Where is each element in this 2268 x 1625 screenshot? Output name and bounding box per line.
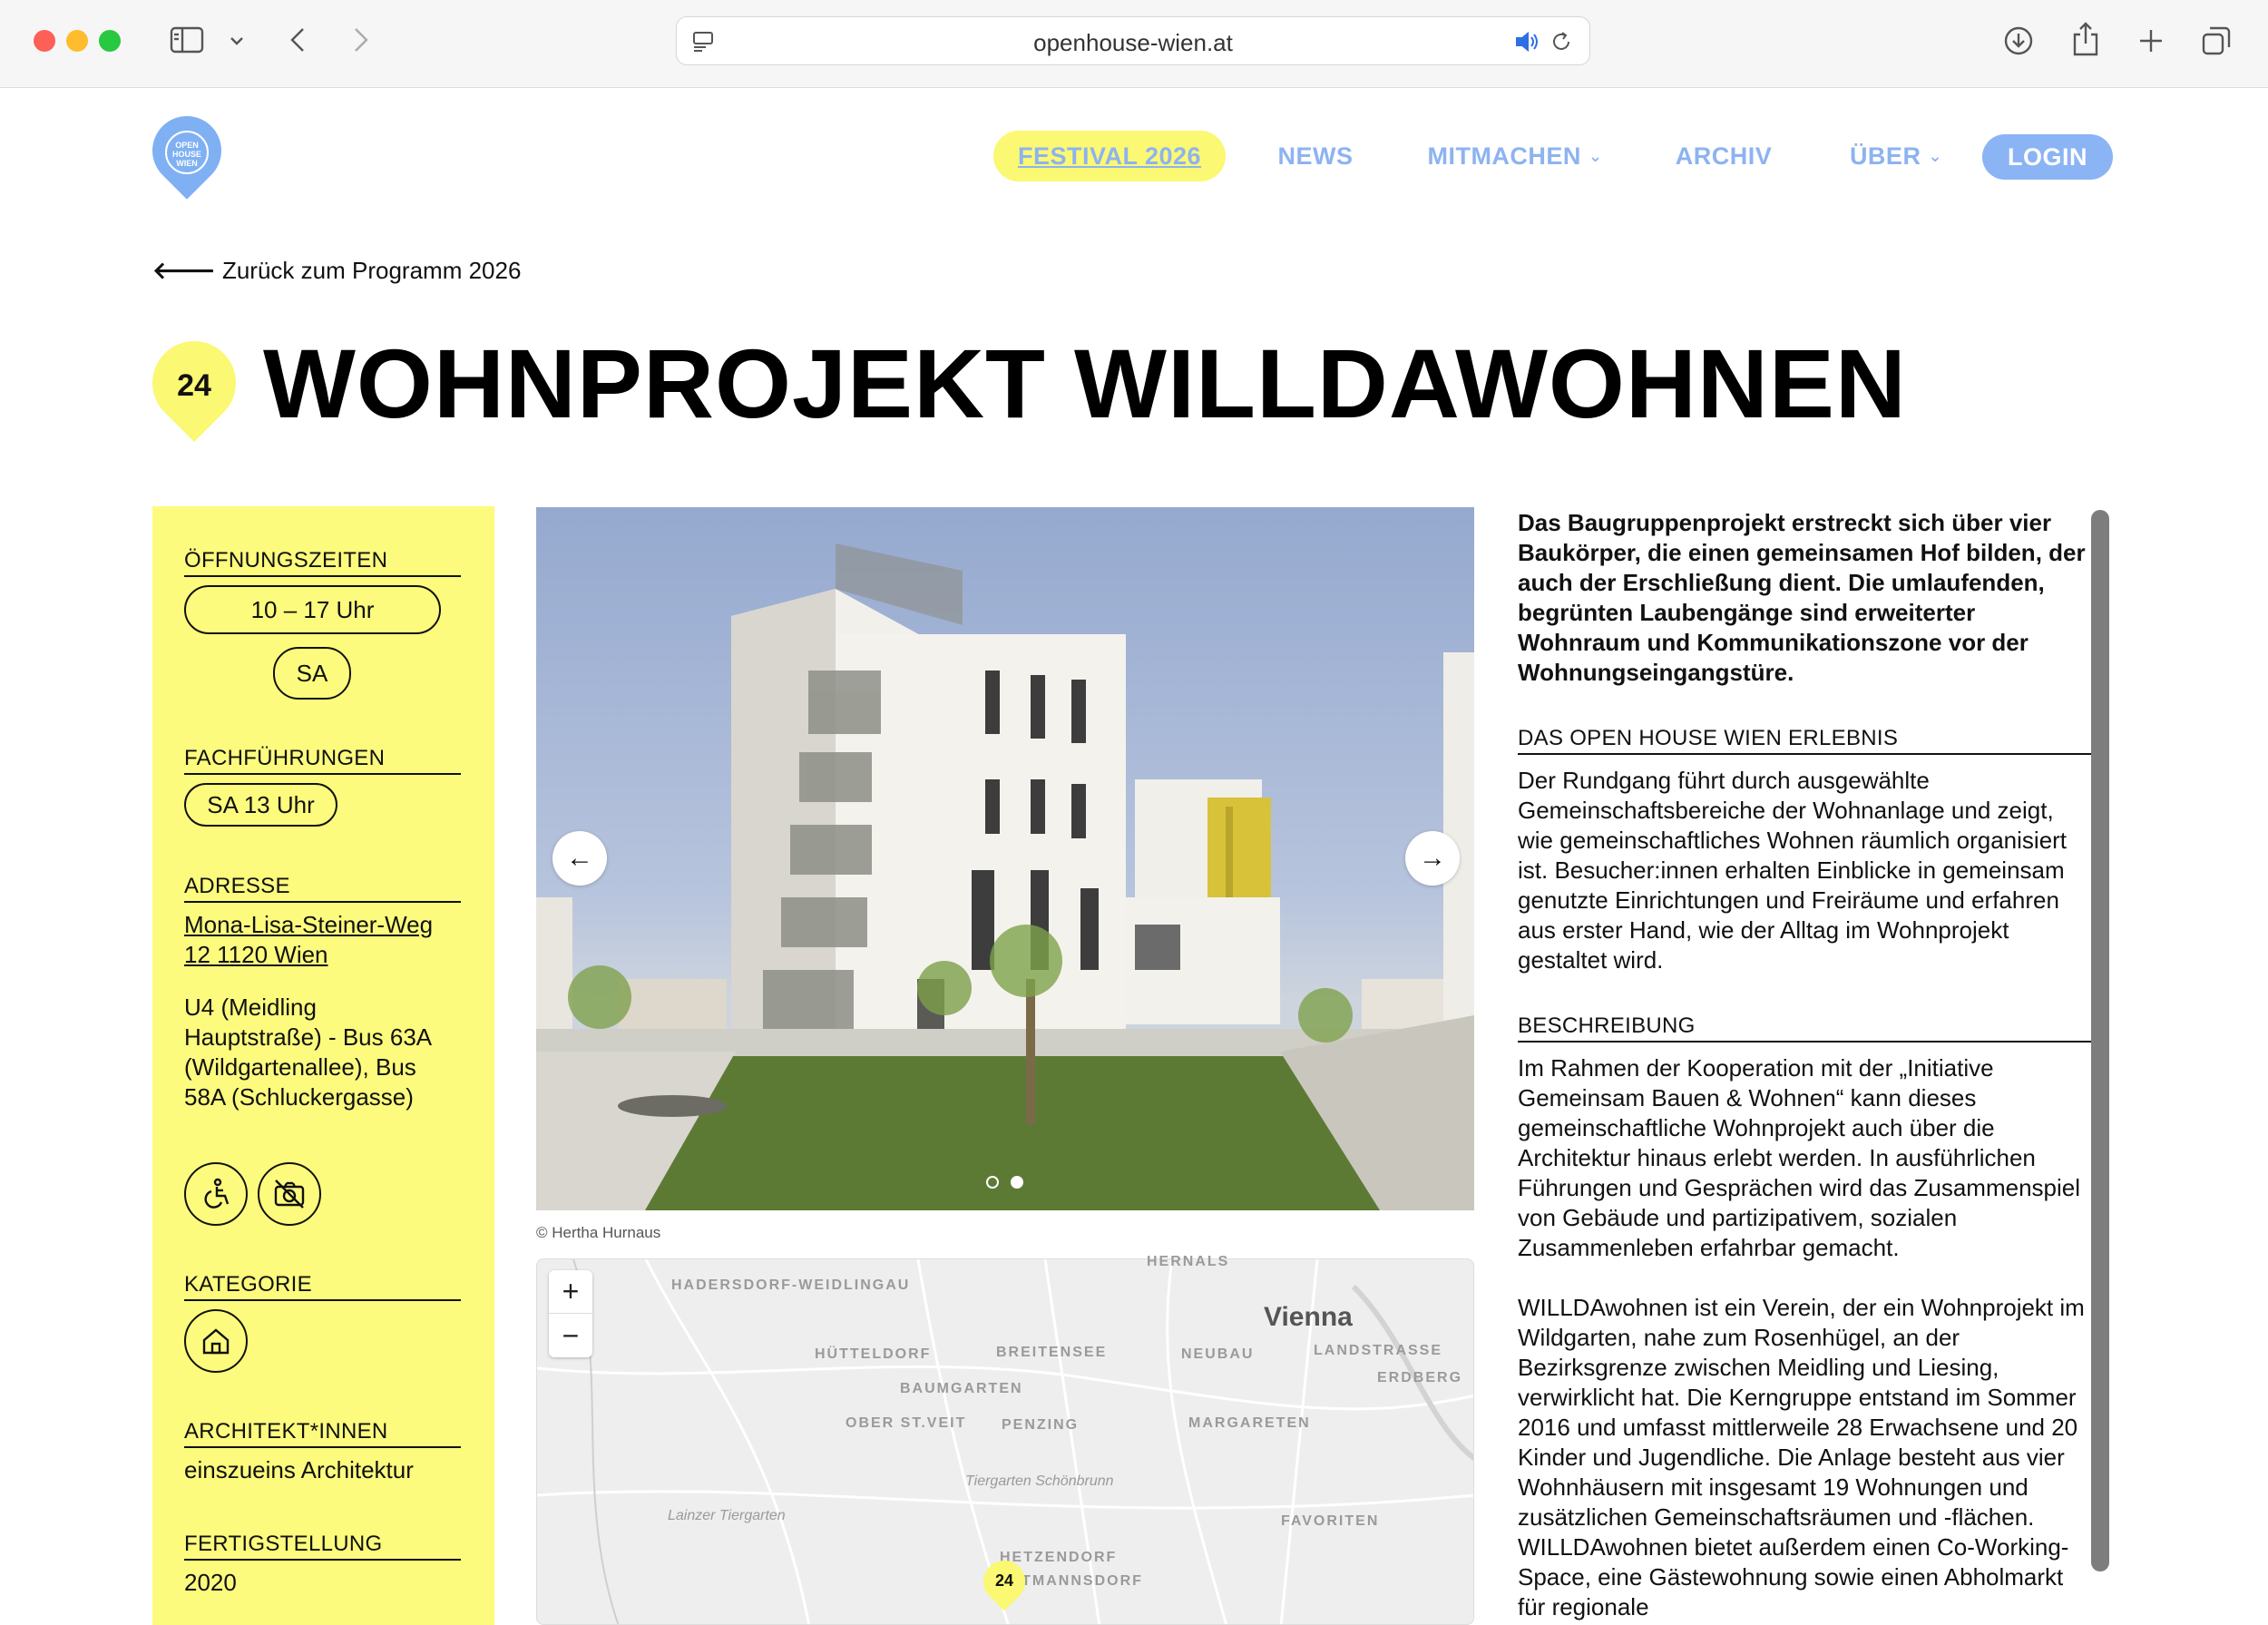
logo-text: OPEN HOUSE WIEN (165, 131, 209, 174)
info-panel: ÖFFNUNGSZEITEN 10 – 17 Uhr SA FACHFÜHRUN… (152, 506, 494, 1625)
forward-icon[interactable] (348, 24, 374, 56)
back-link[interactable]: 🡐 Zurück zum Programm 2026 (152, 257, 521, 285)
tabs-overview-icon[interactable] (2199, 24, 2234, 58)
map-label: HERNALS (1147, 1254, 1230, 1269)
architects-value: einszueins Architektur (184, 1456, 414, 1483)
map-zoom-control: + − (549, 1270, 592, 1357)
description-heading: BESCHREIBUNG (1518, 1013, 2091, 1043)
nav-news[interactable]: NEWS (1266, 131, 1365, 181)
completion-heading: FERTIGSTELLUNG (184, 1532, 461, 1561)
marker-number: 24 (994, 1571, 1014, 1590)
project-photo[interactable] (536, 507, 1474, 1210)
download-icon[interactable] (2001, 24, 2036, 58)
url-text: openhouse-wien.at (1033, 29, 1233, 56)
nav-festival[interactable]: FESTIVAL 2026 (993, 131, 1226, 181)
browser-toolbar: openhouse-wien.at (0, 0, 2268, 88)
address-bar[interactable]: openhouse-wien.at (676, 16, 1590, 65)
description-column: Das Baugruppenprojekt erstreckt sich übe… (1518, 508, 2091, 1625)
photo-credit: © Hertha Hurnaus (536, 1224, 661, 1241)
transit-info: U4 (Meidling Hauptstraße) - Bus 63A (Wil… (184, 994, 431, 1111)
map-label: OBER ST.VEIT (846, 1415, 967, 1431)
speaker-icon[interactable] (1513, 28, 1542, 55)
map-city-label: Vienna (1264, 1302, 1353, 1332)
no-photo-icon (258, 1162, 321, 1226)
back-link-label: Zurück zum Programm 2026 (221, 257, 522, 284)
address-line-2: 12 1120 Wien (184, 941, 328, 968)
sidebar-icon[interactable] (169, 24, 205, 56)
gallery-prev-button[interactable]: ← (552, 831, 607, 886)
map-label: HADERSDORF-WEIDLINGAU (671, 1277, 911, 1293)
project-number: 24 (177, 368, 211, 403)
address-line-1: Mona-Lisa-Steiner-Weg (184, 911, 434, 938)
category-heading: KATEGORIE (184, 1272, 461, 1301)
tours-time-pill: SA 13 Uhr (184, 783, 337, 827)
address-heading: ADRESSE (184, 874, 461, 903)
zoom-window-button[interactable] (99, 30, 121, 52)
map-project-marker[interactable]: 24 (974, 1552, 1034, 1611)
close-window-button[interactable] (34, 30, 55, 52)
map-label: HÜTTELDORF (815, 1346, 932, 1362)
lead-text: Das Baugruppenprojekt erstreckt sich übe… (1518, 509, 2086, 686)
opening-time-pill: 10 – 17 Uhr (184, 585, 441, 634)
page-title: WOHNPROJEKT WILLDAWOHNEN (263, 328, 1907, 438)
tours-heading: FACHFÜHRUNGEN (184, 746, 461, 775)
address-link[interactable]: Mona-Lisa-Steiner-Weg 12 1120 Wien (184, 910, 465, 970)
experience-heading: DAS OPEN HOUSE WIEN ERLEBNIS (1518, 726, 2091, 755)
login-button[interactable]: LOGIN (1982, 134, 2113, 180)
building-photo-illustration (536, 543, 1474, 1210)
slide-dot-1[interactable] (986, 1176, 999, 1189)
map-label: MARGARETEN (1188, 1415, 1311, 1431)
share-icon[interactable] (2068, 20, 2103, 58)
back-icon[interactable] (285, 24, 310, 56)
site-logo[interactable]: OPEN HOUSE WIEN (138, 102, 236, 200)
map-label: BAUMGARTEN (900, 1381, 1023, 1396)
map-label: BREITENSEE (996, 1345, 1108, 1360)
nav-mitmachen[interactable]: MITMACHEN ⌄ (1420, 131, 1610, 181)
chevron-down-icon[interactable] (227, 31, 247, 51)
nav-archiv[interactable]: ARCHIV (1660, 131, 1787, 181)
reload-icon[interactable] (1548, 28, 1575, 55)
opening-day-pill: SA (273, 647, 351, 700)
zoom-in-button[interactable]: + (549, 1270, 592, 1314)
chevron-down-icon: ⌄ (1928, 146, 1943, 165)
nav-mitmachen-label: MITMACHEN (1427, 142, 1581, 170)
architects-heading: ARCHITEKT*INNEN (184, 1419, 461, 1448)
nav-ueber-label: ÜBER (1849, 142, 1921, 170)
nav-ueber[interactable]: ÜBER ⌄ (1828, 131, 1964, 181)
gallery-next-button[interactable]: → (1405, 831, 1460, 886)
map-label: FAVORITEN (1281, 1513, 1380, 1529)
map-label: Tiergarten Schönbrunn (965, 1473, 1114, 1489)
map-label: ERDBERG (1377, 1370, 1463, 1385)
description-scrollbar[interactable] (2091, 510, 2109, 1571)
minimize-window-button[interactable] (66, 30, 88, 52)
zoom-out-button[interactable]: − (549, 1314, 592, 1357)
map-label: LANDSTRASSE (1314, 1343, 1443, 1358)
chevron-down-icon: ⌄ (1588, 146, 1603, 165)
house-icon (184, 1309, 248, 1373)
map-label: PENZING (1002, 1417, 1080, 1433)
description-paragraph-2: WILLDAwohnen ist ein Verein, der ein Woh… (1518, 1294, 2085, 1620)
slide-dot-2-active[interactable] (1011, 1176, 1023, 1189)
description-paragraph-1: Im Rahmen der Kooperation mit der „Initi… (1518, 1054, 2081, 1261)
map-label: Lainzer Tiergarten (668, 1508, 786, 1523)
completion-value: 2020 (184, 1569, 237, 1596)
opening-hours-heading: ÖFFNUNGSZEITEN (184, 548, 461, 577)
project-number-badge: 24 (134, 323, 254, 443)
wheelchair-icon (184, 1162, 248, 1226)
experience-text: Der Rundgang führt durch ausgewählte Gem… (1518, 767, 2068, 974)
map-label: NEUBAU (1181, 1346, 1255, 1362)
arrow-left-icon: 🡐 (152, 257, 216, 284)
new-tab-icon[interactable] (2134, 24, 2168, 58)
